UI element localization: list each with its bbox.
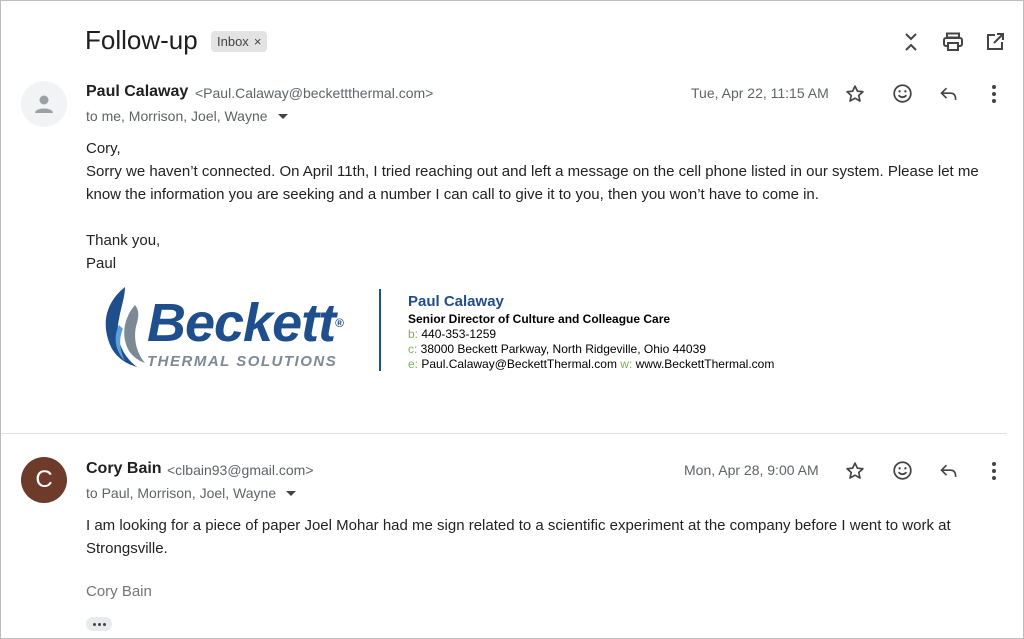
recipients-toggle[interactable]: to me, Morrison, Joel, Wayne <box>86 108 288 124</box>
sender-avatar[interactable] <box>21 81 67 127</box>
chevron-down-icon <box>277 113 288 119</box>
message-body: Cory, Sorry we haven’t connected. On Apr… <box>86 137 979 275</box>
message-body: I am looking for a piece of paper Joel M… <box>86 514 951 560</box>
open-in-new-window-icon[interactable] <box>982 29 1008 55</box>
logo-wordmark: Beckett® <box>147 293 344 353</box>
message-date: Mon, Apr 28, 9:00 AM <box>684 462 819 478</box>
recipients-text: to me, Morrison, Joel, Wayne <box>86 108 268 124</box>
collapse-all-icon[interactable] <box>898 29 924 55</box>
inbox-label-chip[interactable]: Inbox × <box>211 31 268 52</box>
recipients-toggle[interactable]: to Paul, Morrison, Joel, Wayne <box>86 485 297 501</box>
signature-name: Paul Calaway <box>408 293 504 310</box>
label-chip-text: Inbox <box>217 34 249 49</box>
beckett-logo: Beckett® THERMAL SOLUTIONS <box>97 285 367 375</box>
reply-icon[interactable] <box>936 458 962 484</box>
logo-tagline: THERMAL SOLUTIONS <box>147 353 338 370</box>
subject-title: Follow-up <box>85 25 198 55</box>
sender-avatar[interactable]: C <box>21 457 67 503</box>
chevron-down-icon <box>286 490 297 496</box>
signature-contact: e: Paul.Calaway@BeckettThermal.com w: ww… <box>408 357 775 371</box>
person-icon <box>35 95 53 113</box>
email-thread-view: Follow-up Inbox × Paul Calaway <Paul.Cal… <box>0 0 1024 639</box>
sender-name[interactable]: Paul Calaway <box>86 83 188 101</box>
body-line: Thank you, <box>86 232 161 249</box>
sender-email: <clbain93@gmail.com> <box>167 462 314 478</box>
body-line: know the information you are seeking and… <box>86 186 819 203</box>
flame-logo-icon <box>105 287 145 367</box>
emoji-reaction-icon[interactable] <box>889 457 915 483</box>
signature-address: c: 38000 Beckett Parkway, North Ridgevil… <box>408 342 706 356</box>
signature-text: Cory Bain <box>86 583 152 600</box>
reply-icon[interactable] <box>936 81 962 107</box>
message-divider <box>1 433 1007 434</box>
sender-email: <Paul.Calaway@beckettthermal.com> <box>195 85 434 101</box>
star-icon[interactable] <box>842 81 868 107</box>
signature-title: Senior Director of Culture and Colleague… <box>408 312 671 326</box>
body-line: Paul <box>86 255 117 272</box>
body-line: Sorry we haven’t connected. On April 11t… <box>86 163 979 180</box>
sender-name[interactable]: Cory Bain <box>86 460 162 478</box>
more-options-icon[interactable] <box>981 81 1007 107</box>
recipients-text: to Paul, Morrison, Joel, Wayne <box>86 485 277 501</box>
show-trimmed-content-button[interactable] <box>86 617 112 631</box>
signature-phone: b: 440-353-1259 <box>408 327 497 341</box>
star-icon[interactable] <box>842 458 868 484</box>
body-line: I am looking for a piece of paper Joel M… <box>86 517 951 534</box>
message-date: Tue, Apr 22, 11:15 AM <box>691 85 829 101</box>
emoji-reaction-icon[interactable] <box>889 80 915 106</box>
print-icon[interactable] <box>940 29 966 55</box>
body-line: Cory, <box>86 140 121 157</box>
more-options-icon[interactable] <box>981 458 1007 484</box>
remove-label-icon[interactable]: × <box>254 34 262 49</box>
body-line: Strongsville. <box>86 540 168 557</box>
signature-divider <box>379 289 381 371</box>
